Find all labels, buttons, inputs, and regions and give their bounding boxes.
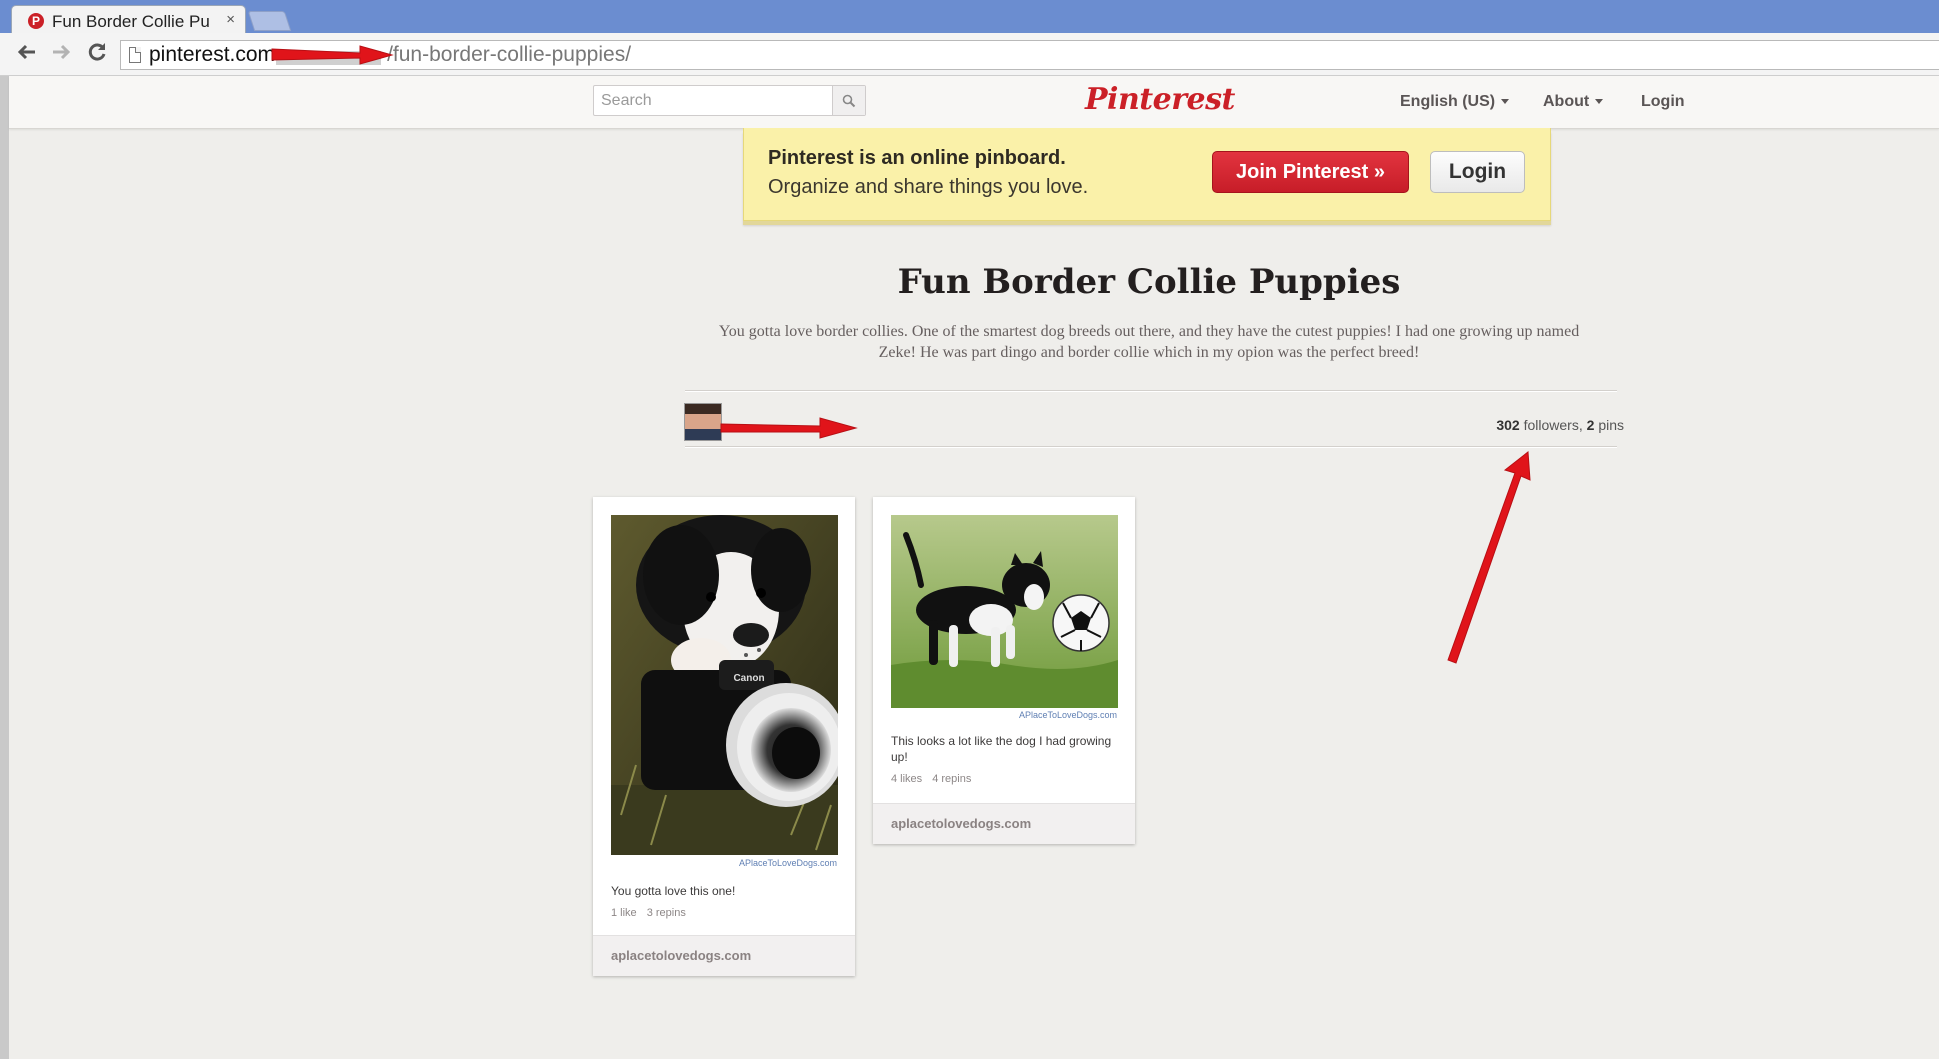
followers-label: followers, [1523,417,1583,433]
pin-caption: You gotta love this one! [611,884,736,898]
back-arrow-icon[interactable] [14,41,40,67]
tab-close-icon[interactable]: × [226,11,235,28]
pin-card[interactable]: APlaceToLoveDogs.com This looks a lot li… [873,497,1135,844]
puppy-with-ball-image [891,515,1118,708]
image-watermark: APlaceToLoveDogs.com [1018,710,1117,720]
puppy-with-camera-image: Canon [611,515,838,855]
language-menu[interactable]: English (US) [1400,93,1510,111]
url-redaction [276,51,381,65]
pins-label: pins [1598,417,1624,433]
new-tab-button[interactable] [247,11,292,31]
browser-tab[interactable]: P Fun Border Collie Pu × [11,5,246,35]
about-menu[interactable]: About [1543,93,1604,111]
board-stats: 302 followers, 2 pins [1496,417,1624,433]
board-description: You gotta love border collies. One of th… [718,323,1580,361]
search-input[interactable] [594,86,824,115]
page-icon [129,47,141,63]
tab-title: Fun Border Collie Pu [52,12,210,31]
pin-image[interactable] [891,515,1118,708]
divider [685,446,1617,448]
pinterest-logo[interactable]: Pinterest [1085,82,1235,122]
about-label: About [1543,93,1590,110]
header-login-link[interactable]: Login [1641,93,1685,111]
banner-subtitle: Organize and share things you love. [768,176,1089,198]
url-text: pinterest.com/fun-border-collie-puppies/ [149,43,631,67]
browser-window: P Fun Border Collie Pu × pinterest.com/f… [0,0,1939,1059]
pinterest-favicon-icon: P [28,13,44,29]
browser-toolbar: pinterest.com/fun-border-collie-puppies/ [0,33,1939,76]
pinterest-page: Pinterest English (US) About Login Pinte… [9,76,1939,1059]
site-header: Pinterest English (US) About Login [9,76,1939,129]
chevron-down-icon [1595,99,1604,105]
pin-likes: 1 like [611,907,637,919]
reload-icon[interactable] [84,41,110,67]
pin-stats: 4 likes 4 repins [891,773,971,785]
pin-stats: 1 like 3 repins [611,907,686,919]
board-title: Fun Border Collie Puppies [897,262,1401,302]
pin-source-link[interactable]: aplacetolovedogs.com [891,816,1031,831]
pin-footer: aplacetolovedogs.com [593,935,855,976]
join-pinterest-button[interactable]: Join Pinterest » [1212,151,1409,193]
pin-image[interactable]: Canon [611,515,838,855]
signup-banner: Pinterest is an online pinboard. Organiz… [743,128,1551,221]
pin-card[interactable]: Canon APlaceToLoveDogs.com You gotta lov… [593,497,855,976]
url-path: /fun-border-collie-puppies/ [387,43,632,66]
pin-repins: 3 repins [646,907,686,919]
forward-arrow-icon[interactable] [48,41,74,67]
search-button[interactable] [832,86,865,115]
pins-count: 2 [1586,417,1595,433]
pin-repins: 4 repins [932,773,972,785]
avatar[interactable] [684,403,722,441]
image-watermark: APlaceToLoveDogs.com [738,858,837,868]
pin-footer: aplacetolovedogs.com [873,803,1135,844]
tab-strip: P Fun Border Collie Pu × [0,0,1939,35]
search-icon [842,94,856,108]
address-bar[interactable]: pinterest.com/fun-border-collie-puppies/ [120,40,1939,70]
divider [685,390,1617,392]
followers-count: 302 [1496,417,1520,433]
language-label: English (US) [1400,93,1496,110]
camera-brand-text: Canon [733,673,764,684]
search-box [593,85,866,116]
url-host: pinterest.com [149,43,276,66]
chevron-down-icon [1501,99,1510,105]
banner-title: Pinterest is an online pinboard. [768,147,1066,169]
pin-caption: This looks a lot like the dog I had grow… [891,734,1112,764]
pin-source-link[interactable]: aplacetolovedogs.com [611,948,751,963]
window-left-edge [0,76,9,1059]
banner-login-button[interactable]: Login [1430,151,1525,193]
pin-likes: 4 likes [891,773,923,785]
